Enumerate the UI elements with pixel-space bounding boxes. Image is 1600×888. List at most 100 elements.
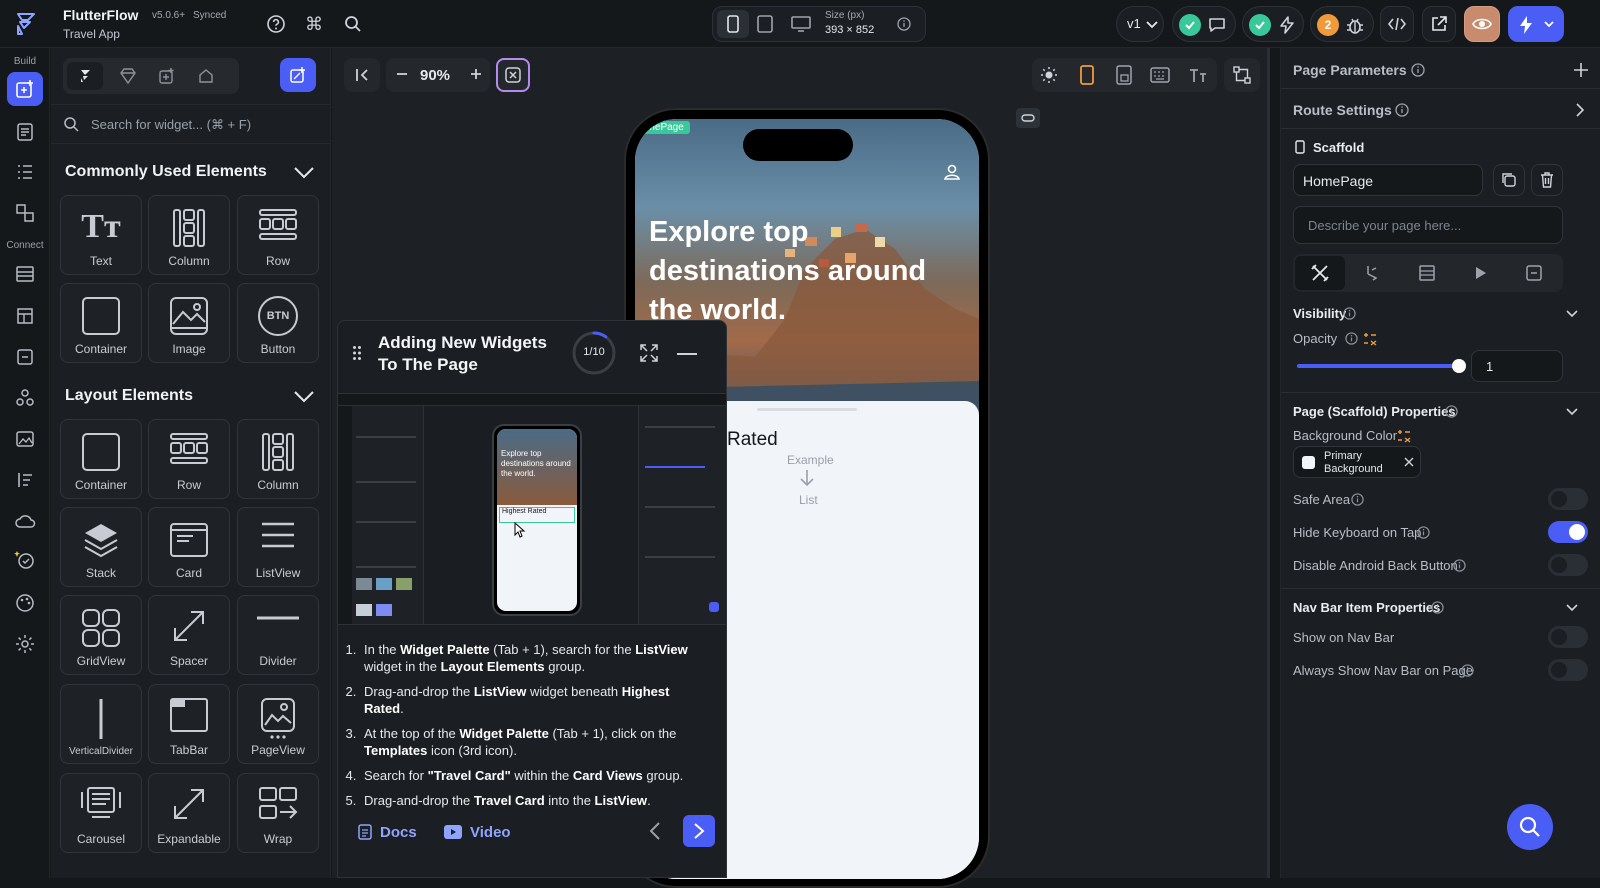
- drag-handle-icon[interactable]: [352, 345, 362, 361]
- info-icon[interactable]: [1461, 664, 1474, 677]
- info-icon[interactable]: [1453, 559, 1466, 572]
- components-icon[interactable]: [13, 201, 37, 225]
- stack-widget-tile[interactable]: Stack: [60, 507, 142, 587]
- wrap-widget-tile[interactable]: Wrap: [237, 773, 319, 853]
- column-widget-tile[interactable]: Column: [237, 419, 319, 499]
- card-widget-tile[interactable]: Card: [148, 507, 230, 587]
- theme-icon[interactable]: [13, 591, 37, 615]
- image-widget-tile[interactable]: Image: [148, 283, 230, 363]
- tests-icon[interactable]: [13, 548, 37, 572]
- text-widget-tile[interactable]: Tт Text: [60, 195, 142, 275]
- minimize-icon[interactable]: [676, 352, 698, 356]
- info-icon[interactable]: [1411, 63, 1425, 77]
- close-icon[interactable]: [1404, 457, 1414, 467]
- row-widget-tile[interactable]: Row: [237, 195, 319, 275]
- set-variable-icon[interactable]: [1397, 429, 1411, 443]
- actions-tab-icon[interactable]: [1364, 264, 1382, 282]
- tablet-device-icon[interactable]: [757, 15, 773, 33]
- select-mode-button[interactable]: [496, 58, 530, 92]
- widget-palette-tab[interactable]: [7, 72, 43, 106]
- chevron-down-icon[interactable]: [293, 164, 315, 180]
- collapse-panel-button[interactable]: [344, 58, 380, 92]
- gridview-widget-tile[interactable]: GridView: [60, 595, 142, 675]
- verticaldivider-widget-tile[interactable]: VerticalDivider: [60, 684, 142, 764]
- delete-page-button[interactable]: [1531, 164, 1563, 196]
- help-search-fab[interactable]: [1507, 804, 1553, 850]
- templates-icon[interactable]: [158, 67, 176, 85]
- version-select[interactable]: v1: [1116, 6, 1164, 42]
- widget-tree-icon[interactable]: [13, 160, 37, 184]
- app-values-icon[interactable]: [13, 468, 37, 492]
- container-widget-tile[interactable]: Container: [60, 419, 142, 499]
- play-icon[interactable]: [1474, 265, 1488, 281]
- widget-search-input[interactable]: Search for widget... (⌘ + F): [91, 117, 251, 133]
- open-external-button[interactable]: [1422, 6, 1456, 42]
- marketplace-icon[interactable]: [197, 67, 215, 85]
- container-widget-tile[interactable]: Container: [60, 283, 142, 363]
- chevron-down-icon[interactable]: [1565, 406, 1579, 418]
- help-icon[interactable]: [264, 12, 288, 36]
- add-parameter-icon[interactable]: [1573, 62, 1589, 78]
- canvas-scrollbar[interactable]: [1267, 48, 1270, 878]
- info-icon[interactable]: [1417, 526, 1430, 539]
- preview-button[interactable]: [1464, 6, 1500, 42]
- flow-view-button[interactable]: [1224, 58, 1260, 92]
- chevron-down-icon[interactable]: [1565, 308, 1579, 320]
- widgets-tab-icon[interactable]: [67, 62, 103, 90]
- carousel-widget-tile[interactable]: Carousel: [60, 773, 142, 853]
- spacer-widget-tile[interactable]: Spacer: [148, 595, 230, 675]
- collab-status-group[interactable]: [1172, 6, 1236, 42]
- integrations-icon[interactable]: [13, 386, 37, 410]
- flutterflow-logo-icon[interactable]: [12, 10, 40, 38]
- info-icon[interactable]: [1445, 405, 1458, 418]
- search-icon[interactable]: [341, 12, 365, 36]
- pages-icon[interactable]: [13, 120, 37, 144]
- profile-icon[interactable]: [943, 163, 961, 181]
- keyboard-icon[interactable]: [1150, 67, 1170, 83]
- video-link[interactable]: Video: [444, 821, 511, 843]
- settings-gear-icon[interactable]: [13, 632, 37, 656]
- code-view-button[interactable]: [1380, 6, 1414, 42]
- opacity-slider-track[interactable]: [1297, 359, 1466, 373]
- canvas-handle-icon[interactable]: [1016, 108, 1040, 128]
- divider-widget-tile[interactable]: Divider: [237, 595, 319, 675]
- run-button[interactable]: [1508, 6, 1564, 42]
- light-mode-icon[interactable]: [1040, 66, 1058, 84]
- chevron-right-icon[interactable]: [1575, 102, 1585, 118]
- text-scale-icon[interactable]: [1188, 66, 1208, 84]
- pageview-widget-tile[interactable]: PageView: [237, 684, 319, 764]
- opacity-slider-thumb[interactable]: [1452, 359, 1466, 373]
- info-icon[interactable]: [1351, 493, 1364, 506]
- backend-query-tab-icon[interactable]: [1418, 264, 1436, 282]
- fullscreen-icon[interactable]: [640, 344, 658, 362]
- firestore-icon[interactable]: [13, 304, 37, 328]
- tabbar-widget-tile[interactable]: TabBar: [148, 684, 230, 764]
- safe-area-icon[interactable]: [1116, 65, 1132, 85]
- disable-back-button-toggle[interactable]: [1548, 554, 1588, 576]
- page-description-input[interactable]: Describe your page here...: [1293, 206, 1563, 244]
- add-widget-button[interactable]: [280, 58, 316, 92]
- info-icon[interactable]: [1395, 103, 1409, 117]
- zoom-out-icon[interactable]: [394, 66, 410, 82]
- build-status-group[interactable]: [1242, 6, 1304, 42]
- button-widget-tile[interactable]: BTN Button: [237, 283, 319, 363]
- chevron-down-icon[interactable]: [1565, 602, 1579, 614]
- info-icon[interactable]: [1343, 307, 1356, 320]
- hide-keyboard-toggle[interactable]: [1548, 521, 1588, 543]
- duplicate-page-button[interactable]: [1493, 164, 1525, 196]
- route-settings-heading[interactable]: Route Settings: [1293, 102, 1392, 118]
- debug-group[interactable]: 2: [1310, 6, 1374, 42]
- show-nav-bar-toggle[interactable]: [1548, 626, 1588, 648]
- safe-area-toggle[interactable]: [1548, 488, 1588, 510]
- desktop-device-icon[interactable]: [791, 16, 811, 32]
- always-show-nav-toggle[interactable]: [1548, 659, 1588, 681]
- cloud-functions-icon[interactable]: [13, 509, 37, 533]
- previous-step-button[interactable]: [648, 821, 662, 841]
- background-color-picker[interactable]: Primary Background: [1293, 446, 1421, 478]
- page-name-input[interactable]: HomePage: [1293, 164, 1483, 196]
- opacity-input[interactable]: 1: [1471, 350, 1563, 382]
- media-assets-icon[interactable]: [13, 427, 37, 451]
- column-widget-tile[interactable]: Column: [148, 195, 230, 275]
- phone-device-icon[interactable]: [717, 10, 749, 38]
- api-calls-icon[interactable]: [13, 345, 37, 369]
